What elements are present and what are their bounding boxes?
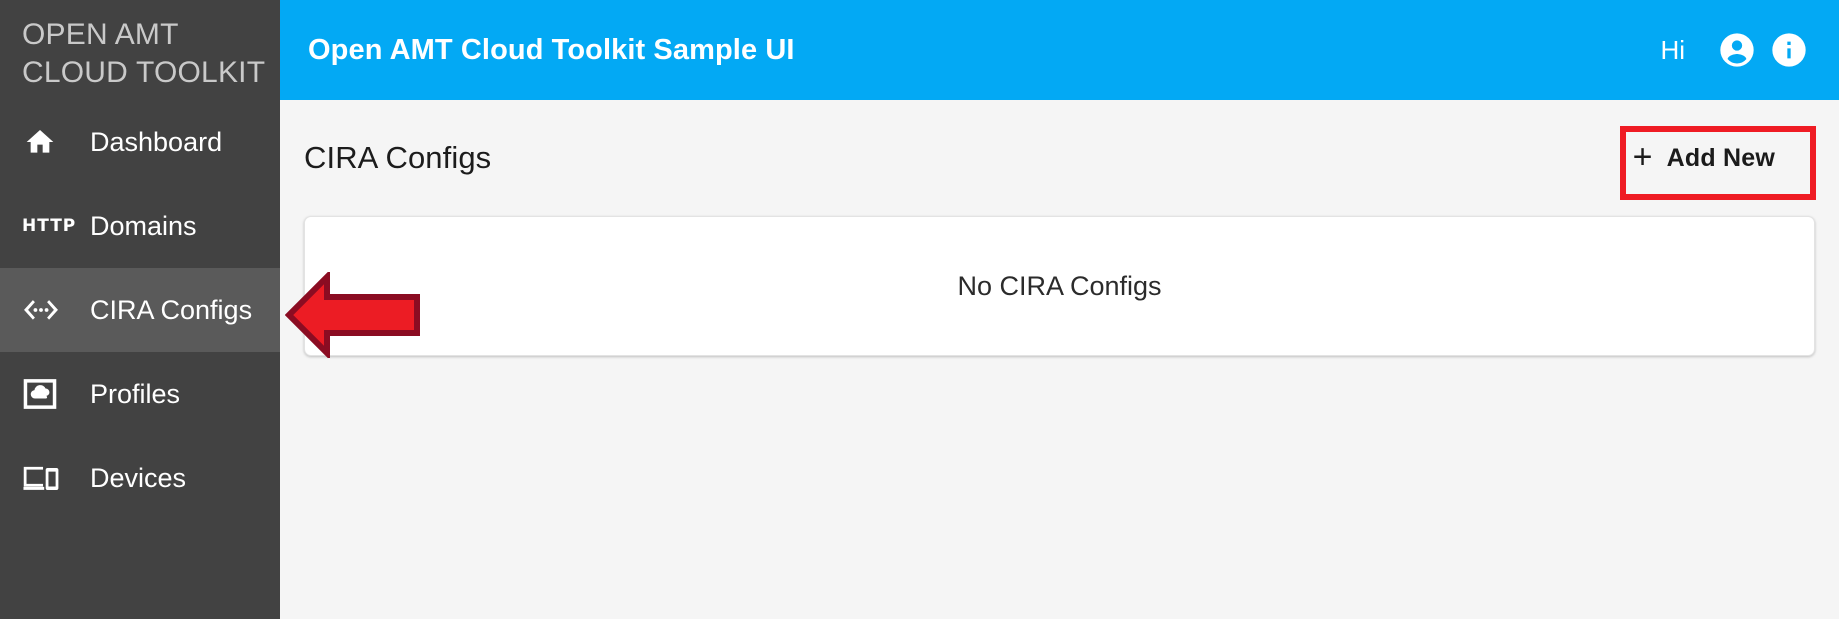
http-icon: HTTP [22,215,77,236]
brand-line-1: OPEN AMT [22,17,179,51]
devices-icon [22,458,68,498]
add-new-label: Add New [1666,143,1775,172]
sidebar-item-profiles[interactable]: Profiles [0,352,280,436]
sidebar-item-devices[interactable]: Devices [0,436,280,520]
sidebar-item-label-cira-configs: CIRA Configs [90,294,253,325]
top-app-bar: Open AMT Cloud Toolkit Sample UI Hi [280,0,1839,100]
sidebar-item-domains[interactable]: HTTP Domains [0,184,280,268]
cira-configs-card: No CIRA Configs [304,216,1815,356]
info-circle-icon[interactable] [1767,28,1811,72]
cloud-in-frame-icon [22,374,68,414]
add-new-button[interactable]: + Add New [1617,129,1791,187]
plus-icon: + [1632,138,1653,176]
main-area: Open AMT Cloud Toolkit Sample UI Hi CIRA… [280,0,1839,619]
app-title: Open AMT Cloud Toolkit Sample UI [308,33,795,66]
add-new-wrapper: + Add New [1617,129,1791,187]
home-icon [22,122,68,162]
empty-state-message: No CIRA Configs [957,270,1162,301]
developer-mode-icon [22,290,68,330]
app-brand: OPEN AMT CLOUD TOOLKIT [0,0,280,100]
sidebar-item-cira-configs[interactable]: CIRA Configs [0,268,280,352]
sidebar-item-label-domains: Domains [90,210,197,241]
greeting-text: Hi [1660,34,1685,65]
sidebar-item-label-profiles: Profiles [90,378,181,409]
page-content: No CIRA Configs [280,216,1839,619]
page-title: CIRA Configs [304,140,492,175]
sidebar-item-label-dashboard: Dashboard [90,126,223,157]
sidebar-item-dashboard[interactable]: Dashboard [0,100,280,184]
page-header: CIRA Configs + Add New [280,100,1839,216]
app-root: OPEN AMT CLOUD TOOLKIT Dashboard HTTP Do… [0,0,1839,619]
sidebar: OPEN AMT CLOUD TOOLKIT Dashboard HTTP Do… [0,0,280,619]
sidebar-item-label-devices: Devices [90,462,187,493]
brand-line-2: CLOUD TOOLKIT [22,56,266,89]
account-circle-icon[interactable] [1715,28,1759,72]
